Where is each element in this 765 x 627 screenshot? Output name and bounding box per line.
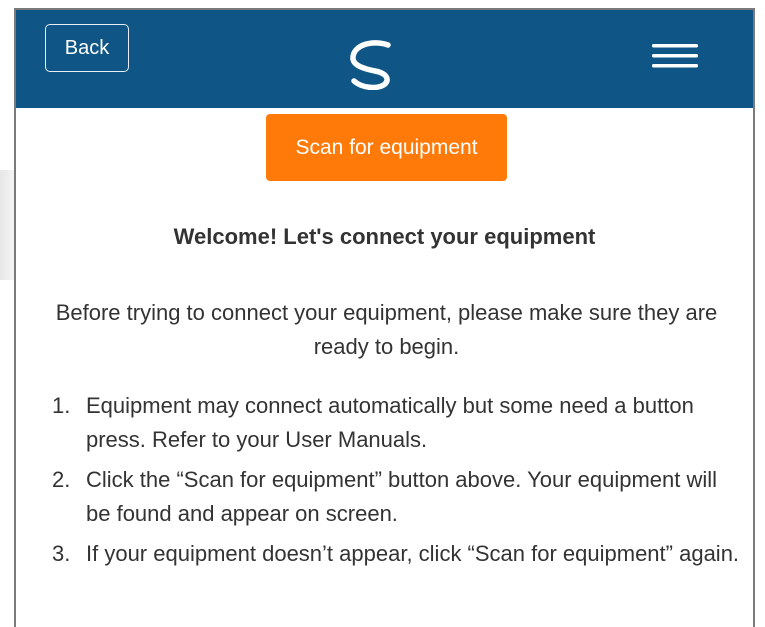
- scan-for-equipment-button[interactable]: Scan for equipment: [266, 114, 507, 181]
- steps-list: 1. Equipment may connect automatically b…: [52, 389, 742, 577]
- app-frame: Back Scan for equipment Welcome! Let's c…: [0, 0, 765, 627]
- step-number-2: 2.: [52, 467, 71, 492]
- welcome-heading: Welcome! Let's connect your equipment: [173, 224, 596, 249]
- step-item-1: 1. Equipment may connect automatically b…: [52, 389, 742, 457]
- top-header: Back: [16, 10, 753, 108]
- step-number-3: 3.: [52, 541, 71, 566]
- step-text-2: Click the “Scan for equipment” button ab…: [86, 467, 718, 526]
- side-shadow: [0, 170, 14, 280]
- step-item-2: 2. Click the “Scan for equipment” button…: [52, 463, 742, 531]
- hamburger-menu-icon[interactable]: [652, 44, 698, 68]
- step-number-1: 1.: [52, 393, 71, 418]
- back-button[interactable]: Back: [45, 24, 129, 72]
- brand-swirl-icon: [350, 40, 391, 90]
- intro-text: Before trying to connect your equipment,…: [55, 300, 718, 359]
- step-item-3: 3. If your equipment doesn’t appear, cli…: [52, 537, 742, 571]
- step-text-1: Equipment may connect automatically but …: [86, 393, 694, 452]
- step-text-3: If your equipment doesn’t appear, click …: [86, 541, 740, 566]
- app-window: Back Scan for equipment Welcome! Let's c…: [14, 8, 755, 627]
